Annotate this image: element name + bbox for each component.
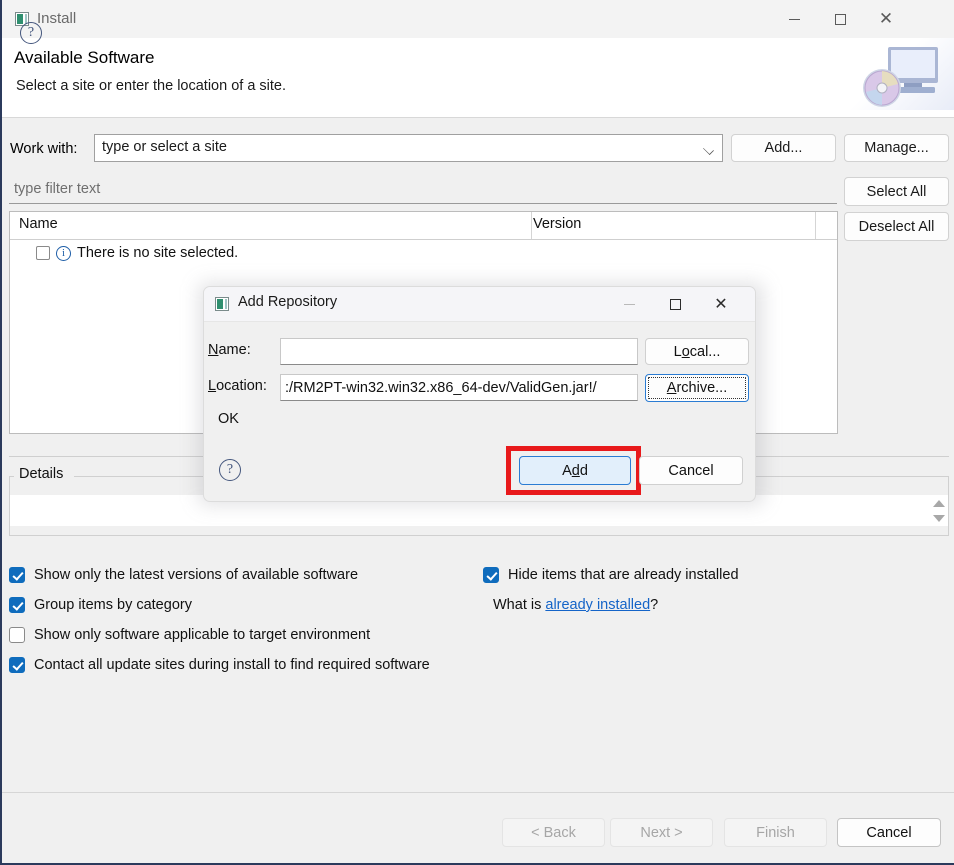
already-installed-link[interactable]: already installed — [545, 597, 650, 613]
dialog-title: Add Repository — [238, 294, 338, 310]
local-mnemonic: o — [681, 343, 690, 360]
finish-button[interactable]: Finish — [724, 818, 827, 847]
minimize-icon[interactable] — [771, 0, 817, 38]
option-hide-installed-items[interactable]: Hide items that are already installed — [483, 567, 739, 583]
help-icon[interactable]: ? — [219, 459, 241, 481]
option-label: Contact all update sites during install … — [34, 657, 430, 673]
close-icon[interactable]: ✕ — [863, 0, 909, 38]
what-is-already-installed: What is already installed? — [493, 597, 658, 613]
work-with-combo[interactable]: type or select a site — [94, 134, 723, 162]
column-divider — [815, 212, 816, 239]
checkbox-checked[interactable] — [483, 567, 499, 583]
deselect-all-button[interactable]: Deselect All — [844, 212, 949, 241]
archive-mnemonic: A — [666, 380, 677, 396]
location-field[interactable]: :/RM2PT-win32.win32.x86_64-dev/ValidGen.… — [280, 374, 638, 401]
local-label-post: cal... — [689, 343, 721, 360]
option-label: Show only the latest versions of availab… — [34, 567, 359, 583]
monitor-with-disc-icon — [836, 38, 954, 110]
eclipse-install-icon — [215, 297, 229, 311]
name-label: Name: — [208, 342, 251, 358]
local-button[interactable]: Lo cal... — [645, 338, 749, 365]
checkbox-checked[interactable] — [9, 657, 25, 673]
option-group-by-category[interactable]: Group items by category — [9, 597, 192, 613]
window-title-bar: Install ✕ — [2, 0, 954, 39]
cancel-button[interactable]: Cancel — [837, 818, 941, 847]
filter-placeholder: type filter text — [14, 181, 101, 197]
option-label: Show only software applicable to target … — [34, 627, 371, 643]
select-all-button[interactable]: Select All — [844, 177, 949, 206]
row-checkbox[interactable] — [36, 246, 50, 260]
location-label: Location: — [208, 378, 267, 394]
option-label: Hide items that are already installed — [508, 567, 739, 583]
page-subtitle: Select a site or enter the location of a… — [16, 78, 287, 94]
add-button-highlight — [506, 446, 641, 495]
location-mnemonic: L — [208, 378, 217, 394]
add-site-button[interactable]: Add... — [731, 134, 836, 162]
checkbox-checked[interactable] — [9, 567, 25, 583]
info-icon: i — [56, 245, 71, 261]
table-row[interactable]: i There is no site selected. — [36, 245, 238, 261]
help-icon[interactable]: ? — [20, 22, 42, 44]
what-is-suffix: ? — [650, 597, 659, 613]
spinner-arrows-icon[interactable] — [933, 498, 946, 524]
what-is-prefix: What is — [493, 597, 546, 613]
close-icon[interactable]: ✕ — [699, 287, 743, 321]
dialog-cancel-button[interactable]: Cancel — [639, 456, 743, 485]
manage-sites-button[interactable]: Manage... — [844, 134, 949, 162]
details-legend: Details — [14, 466, 69, 482]
checkbox-checked[interactable] — [9, 597, 25, 613]
name-field[interactable] — [280, 338, 638, 365]
work-with-label: Work with: — [10, 141, 78, 157]
option-contact-all-update-sites[interactable]: Contact all update sites during install … — [9, 657, 430, 673]
work-with-value: type or select a site — [102, 139, 227, 155]
minimize-icon[interactable] — [607, 287, 651, 321]
maximize-icon[interactable] — [817, 0, 863, 38]
archive-button[interactable]: Archive... — [645, 374, 749, 402]
row-label: There is no site selected. — [77, 245, 239, 261]
window-title: Install — [37, 10, 77, 27]
page-title: Available Software — [14, 48, 155, 67]
option-applicable-target-environment[interactable]: Show only software applicable to target … — [9, 627, 370, 643]
local-label-pre: L — [673, 343, 682, 360]
maximize-icon[interactable] — [653, 287, 697, 321]
next-button[interactable]: Next > — [610, 818, 713, 847]
filter-input[interactable]: type filter text — [9, 178, 837, 204]
install-wizard-window: Install ✕ Available Software Select a si… — [0, 0, 954, 865]
dialog-status-text: OK — [218, 411, 239, 427]
back-button[interactable]: < Back — [502, 818, 605, 847]
column-header-name[interactable]: Name — [19, 216, 58, 232]
option-show-latest-versions[interactable]: Show only the latest versions of availab… — [9, 567, 358, 583]
option-label: Group items by category — [34, 597, 192, 613]
archive-label-post: rchive... — [676, 380, 728, 396]
column-header-version[interactable]: Version — [533, 216, 581, 232]
name-mnemonic: N — [208, 342, 219, 358]
checkbox-unchecked[interactable] — [9, 627, 25, 643]
tree-header: Name Version — [10, 212, 837, 240]
chevron-down-icon — [703, 144, 714, 155]
dialog-title-bar: Add Repository ✕ — [204, 287, 755, 322]
column-divider — [531, 212, 532, 239]
wizard-header: Available Software Select a site or ente… — [2, 38, 954, 118]
